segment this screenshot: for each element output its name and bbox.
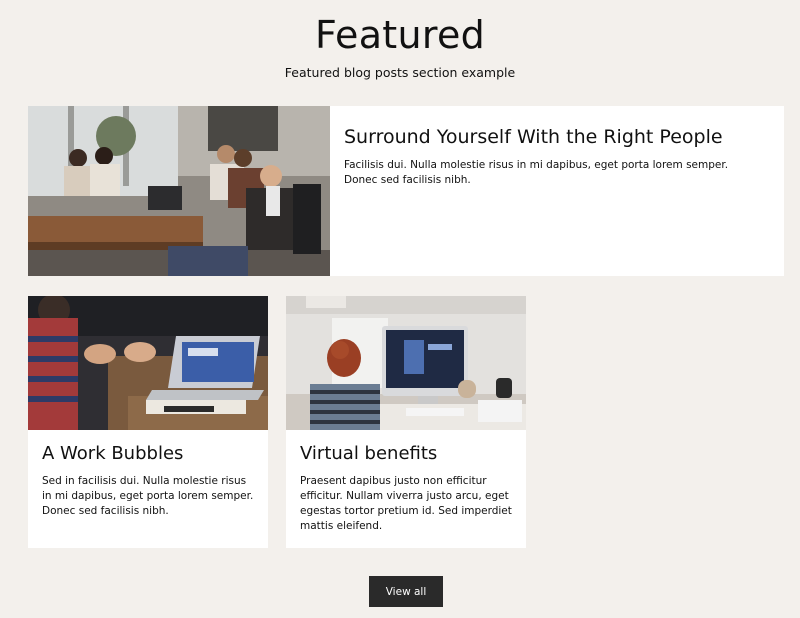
post-excerpt: Sed in facilisis dui. Nulla molestie ris… bbox=[42, 475, 254, 517]
post-image[interactable] bbox=[286, 296, 526, 430]
section-header: Featured Featured blog posts section exa… bbox=[0, 12, 800, 80]
section-subtitle: Featured blog posts section example bbox=[284, 65, 516, 80]
post-card-virtual-benefits[interactable]: Virtual benefits Praesent dapibus justo … bbox=[286, 296, 526, 548]
post-body: A Work Bubbles Sed in facilisis dui. Nul… bbox=[42, 442, 256, 519]
featured-section: Featured Featured blog posts section exa… bbox=[0, 0, 800, 618]
post-excerpt: Praesent dapibus justo non efficitur eff… bbox=[300, 475, 512, 532]
post-title[interactable]: Surround Yourself With the Right People bbox=[344, 124, 764, 150]
featured-post-card[interactable]: Surround Yourself With the Right People … bbox=[28, 106, 784, 276]
post-body: Virtual benefits Praesent dapibus justo … bbox=[300, 442, 514, 534]
post-excerpt: Facilisis dui. Nulla molestie risus in m… bbox=[344, 159, 729, 186]
post-card-work-bubbles[interactable]: A Work Bubbles Sed in facilisis dui. Nul… bbox=[28, 296, 268, 548]
view-all-button[interactable]: View all bbox=[369, 576, 443, 607]
post-title[interactable]: Virtual benefits bbox=[300, 442, 514, 466]
post-title[interactable]: A Work Bubbles bbox=[42, 442, 256, 466]
section-title: Featured bbox=[314, 13, 486, 57]
post-image[interactable] bbox=[28, 296, 268, 430]
post-image[interactable] bbox=[28, 106, 330, 276]
post-body: Surround Yourself With the Right People … bbox=[344, 124, 764, 188]
